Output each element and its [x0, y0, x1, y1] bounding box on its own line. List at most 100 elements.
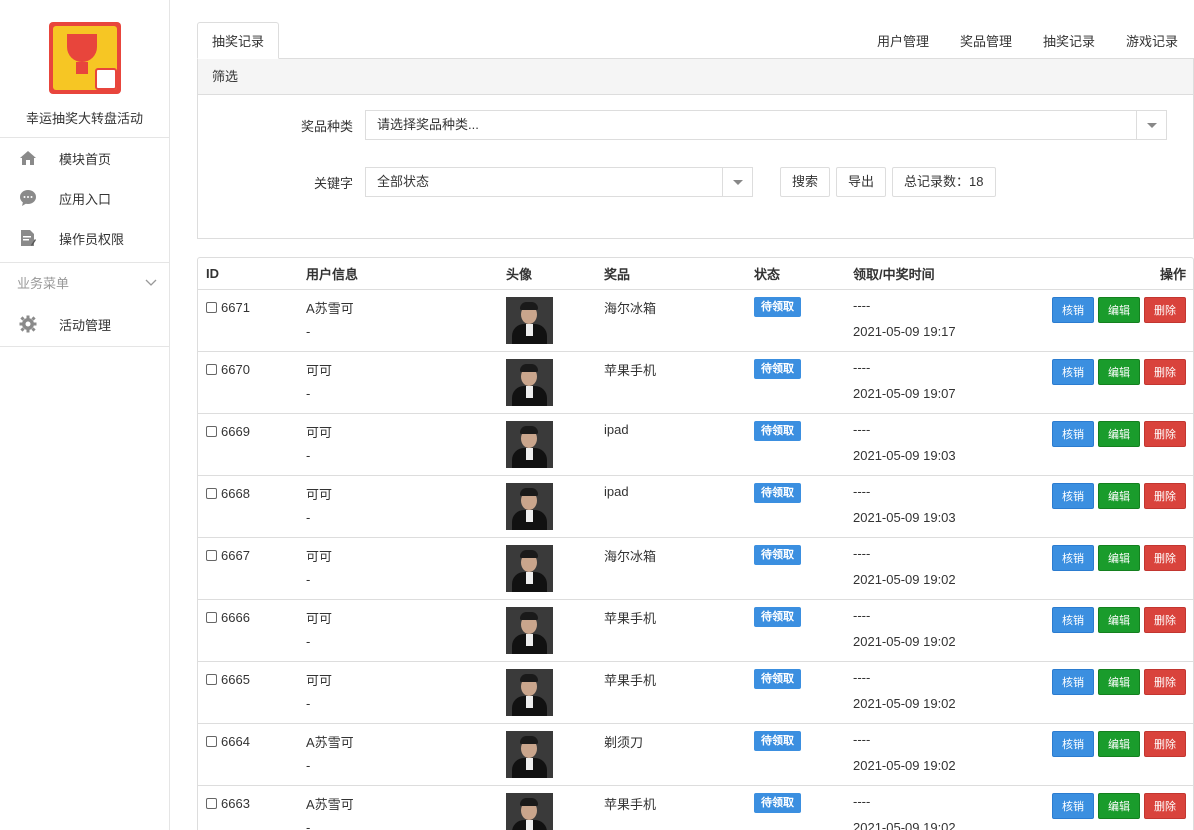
row-actions: 核销 编辑 删除 — [1048, 669, 1186, 695]
verify-button[interactable]: 核销 — [1052, 297, 1094, 323]
status-badge: 待领取 — [754, 793, 801, 813]
user-name: A苏雪可 — [306, 797, 354, 812]
sidebar-group-label: 业务菜单 — [17, 276, 70, 291]
export-button[interactable]: 导出 — [836, 167, 887, 197]
table-row: 6669 可可 - ipad 待领取 ---- 2021-05-09 19:03… — [198, 414, 1193, 476]
avatar — [506, 483, 553, 530]
win-time: 2021-05-09 19:02 — [853, 820, 956, 830]
sidebar: 幸运抽奖大转盘活动 模块首页 应用入口 操作员权限 业务菜单 活动管理 — [0, 0, 170, 830]
prize-name: 苹果手机 — [604, 363, 657, 378]
delete-button[interactable]: 删除 — [1144, 607, 1186, 633]
sidebar-item-label: 活动管理 — [59, 317, 112, 333]
nav-link-prizes[interactable]: 奖品管理 — [960, 31, 1012, 50]
table-row: 6667 可可 - 海尔冰箱 待领取 ---- 2021-05-09 19:02… — [198, 538, 1193, 600]
chevron-down-icon — [145, 275, 157, 290]
edit-button[interactable]: 编辑 — [1098, 793, 1140, 819]
row-checkbox[interactable] — [206, 302, 217, 313]
nav-link-game-records[interactable]: 游戏记录 — [1126, 31, 1178, 50]
row-checkbox[interactable] — [206, 674, 217, 685]
edit-button[interactable]: 编辑 — [1098, 545, 1140, 571]
row-checkbox[interactable] — [206, 364, 217, 375]
col-user: 用户信息 — [306, 267, 359, 282]
prize-name: 苹果手机 — [604, 797, 657, 812]
prize-name: 苹果手机 — [604, 611, 657, 626]
table-row: 6670 可可 - 苹果手机 待领取 ---- 2021-05-09 19:07… — [198, 352, 1193, 414]
delete-button[interactable]: 删除 — [1144, 297, 1186, 323]
tab-lottery-records[interactable]: 抽奖记录 — [197, 22, 280, 59]
claim-time: ---- — [853, 794, 871, 809]
verify-button[interactable]: 核销 — [1052, 607, 1094, 633]
sidebar-header: 幸运抽奖大转盘活动 — [0, 0, 169, 138]
sidebar-group-business[interactable]: 业务菜单 — [0, 262, 169, 302]
verify-button[interactable]: 核销 — [1052, 421, 1094, 447]
status-select[interactable]: 全部状态 — [365, 167, 753, 197]
search-button[interactable]: 搜索 — [780, 167, 831, 197]
sidebar-item-entry[interactable]: 应用入口 — [0, 178, 169, 218]
row-actions: 核销 编辑 删除 — [1048, 421, 1186, 447]
claim-time: ---- — [853, 422, 871, 437]
document-edit-icon — [18, 228, 38, 248]
row-id-cell: 6668 — [206, 486, 250, 501]
edit-button[interactable]: 编辑 — [1098, 669, 1140, 695]
delete-button[interactable]: 删除 — [1144, 731, 1186, 757]
filter-header: 筛选 — [198, 59, 1193, 95]
delete-button[interactable]: 删除 — [1144, 669, 1186, 695]
row-checkbox[interactable] — [206, 426, 217, 437]
edit-button[interactable]: 编辑 — [1098, 731, 1140, 757]
verify-button[interactable]: 核销 — [1052, 545, 1094, 571]
win-time: 2021-05-09 19:02 — [853, 634, 956, 649]
table-header: ID 用户信息 头像 奖品 状态 领取/中奖时间 操作 — [198, 258, 1193, 290]
nav-link-lottery-records[interactable]: 抽奖记录 — [1043, 31, 1095, 50]
row-actions: 核销 编辑 删除 — [1048, 359, 1186, 385]
tab-bar: 抽奖记录 用户管理 奖品管理 抽奖记录 游戏记录 — [197, 22, 1194, 59]
sidebar-item-label: 应用入口 — [59, 191, 112, 207]
row-id: 6663 — [221, 796, 250, 811]
table-row: 6671 A苏雪可 - 海尔冰箱 待领取 ---- 2021-05-09 19:… — [198, 290, 1193, 352]
row-actions: 核销 编辑 删除 — [1048, 607, 1186, 633]
row-checkbox[interactable] — [206, 550, 217, 561]
edit-button[interactable]: 编辑 — [1098, 297, 1140, 323]
delete-button[interactable]: 删除 — [1144, 545, 1186, 571]
gear-icon — [18, 314, 38, 334]
user-sub: - — [306, 820, 311, 830]
row-checkbox[interactable] — [206, 488, 217, 499]
row-checkbox[interactable] — [206, 798, 217, 809]
table-row: 6668 可可 - ipad 待领取 ---- 2021-05-09 19:03… — [198, 476, 1193, 538]
verify-button[interactable]: 核销 — [1052, 483, 1094, 509]
user-sub: - — [306, 696, 311, 711]
sidebar-item-permissions[interactable]: 操作员权限 — [0, 218, 169, 258]
edit-button[interactable]: 编辑 — [1098, 421, 1140, 447]
verify-button[interactable]: 核销 — [1052, 669, 1094, 695]
col-prize: 奖品 — [604, 267, 631, 282]
sidebar-item-home[interactable]: 模块首页 — [0, 138, 169, 178]
delete-button[interactable]: 删除 — [1144, 359, 1186, 385]
status-badge-label: 待领取 — [754, 359, 801, 379]
nav-link-users[interactable]: 用户管理 — [877, 31, 929, 50]
edit-button[interactable]: 编辑 — [1098, 607, 1140, 633]
user-sub: - — [306, 324, 311, 339]
home-icon — [18, 148, 38, 168]
avatar — [506, 359, 553, 406]
delete-button[interactable]: 删除 — [1144, 421, 1186, 447]
row-id: 6667 — [221, 548, 250, 563]
row-checkbox[interactable] — [206, 736, 217, 747]
verify-button[interactable]: 核销 — [1052, 359, 1094, 385]
sidebar-item-activity[interactable]: 活动管理 — [0, 302, 169, 347]
avatar — [506, 421, 553, 468]
delete-button[interactable]: 删除 — [1144, 793, 1186, 819]
delete-button[interactable]: 删除 — [1144, 483, 1186, 509]
row-id-cell: 6665 — [206, 672, 250, 687]
status-badge-label: 待领取 — [754, 297, 801, 317]
verify-button[interactable]: 核销 — [1052, 731, 1094, 757]
sidebar-item-label: 操作员权限 — [59, 231, 125, 247]
edit-button[interactable]: 编辑 — [1098, 359, 1140, 385]
row-id: 6668 — [221, 486, 250, 501]
col-id: ID — [206, 266, 219, 281]
verify-button[interactable]: 核销 — [1052, 793, 1094, 819]
win-time: 2021-05-09 19:17 — [853, 324, 956, 339]
row-checkbox[interactable] — [206, 612, 217, 623]
prize-type-select[interactable]: 请选择奖品种类... — [365, 110, 1167, 140]
user-sub: - — [306, 758, 311, 773]
edit-button[interactable]: 编辑 — [1098, 483, 1140, 509]
avatar — [506, 793, 553, 830]
